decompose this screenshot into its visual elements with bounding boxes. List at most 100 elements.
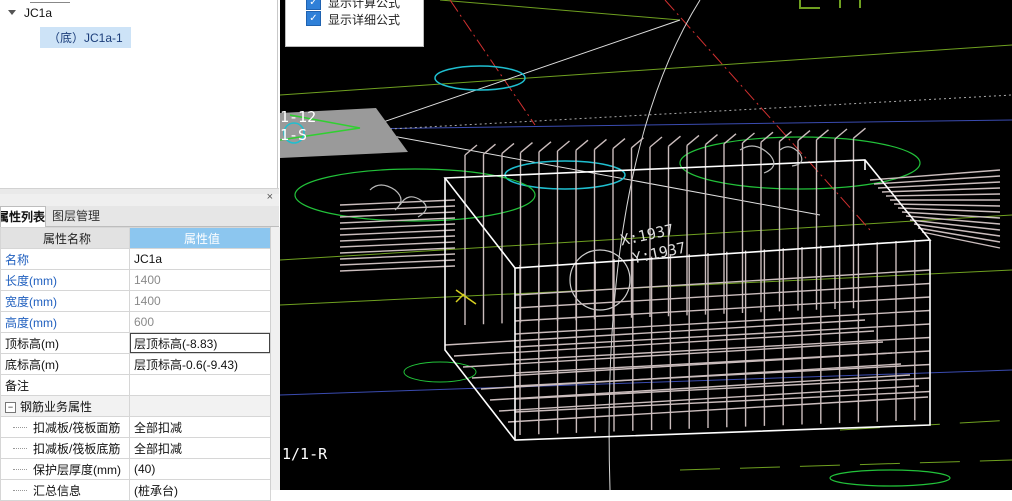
- rebar-line: [612, 138, 626, 150]
- table-row[interactable]: 高度(mm) 600: [0, 311, 271, 333]
- rebar-line: [339, 211, 456, 218]
- property-grid: 属性名称 属性值 名称 JC1a 长度(mm) 1400 宽度(mm) 1400…: [0, 227, 271, 501]
- rebar-line: [339, 253, 456, 260]
- property-name: 宽度(mm): [0, 290, 130, 312]
- table-row[interactable]: 扣减板/筏板面筋 全部扣减: [0, 416, 271, 438]
- table-row[interactable]: 保护层厚度(mm) (40): [0, 458, 271, 480]
- table-row[interactable]: 名称 JC1a: [0, 248, 271, 270]
- rebar-line: [501, 142, 515, 154]
- tree-collapse-icon[interactable]: [8, 10, 16, 15]
- rebar-line: [885, 193, 1001, 197]
- group-label: 钢筋业务属性: [20, 399, 93, 414]
- tree-partial-row: [30, 0, 70, 3]
- property-value[interactable]: (桩承台): [129, 479, 271, 501]
- rebar-line: [520, 142, 533, 154]
- property-name: 保护层厚度(mm): [0, 458, 130, 480]
- rebar-line: [557, 140, 570, 152]
- group-value: [129, 395, 271, 417]
- panel-titlebar: ×: [0, 191, 279, 206]
- collapse-icon[interactable]: −: [5, 401, 16, 413]
- rebar-line: [483, 143, 496, 155]
- rebar-line: [686, 134, 700, 146]
- rebar-line: [816, 129, 829, 141]
- checkbox-show-formula[interactable]: ✓: [306, 0, 321, 10]
- rebar-cage: [339, 127, 1001, 435]
- property-value-editing[interactable]: 层顶标高(-8.83): [129, 332, 271, 354]
- 3d-view[interactable]: [280, 0, 1012, 490]
- property-value[interactable]: JC1a: [129, 248, 271, 270]
- rebar-line: [881, 187, 1001, 193]
- header-property-value: 属性值: [129, 227, 271, 249]
- property-value[interactable]: [129, 374, 271, 396]
- rebar-line: [514, 282, 931, 309]
- property-name: 长度(mm): [0, 269, 130, 291]
- property-value: 1400: [129, 269, 271, 291]
- property-value[interactable]: 层顶标高-0.6(-9.43): [129, 353, 271, 375]
- rebar-line: [339, 241, 456, 248]
- property-value: 1400: [129, 290, 271, 312]
- property-name: 高度(mm): [0, 311, 130, 333]
- rebar-line: [339, 229, 456, 236]
- property-value[interactable]: (40): [129, 458, 271, 480]
- property-name: 顶标高(m): [0, 332, 130, 354]
- table-row[interactable]: 底标高(m) 层顶标高-0.6(-9.43): [0, 353, 271, 375]
- rebar-line: [668, 135, 681, 147]
- property-value[interactable]: 全部扣减: [129, 437, 271, 459]
- table-row[interactable]: 扣减板/筏板底筋 全部扣减: [0, 437, 271, 459]
- property-value: 600: [129, 311, 271, 333]
- tree-node-jc1a-1[interactable]: （底）JC1a-1: [40, 27, 131, 48]
- panel-tabs: 属性列表 图层管理: [0, 206, 279, 227]
- rebar-line: [514, 296, 931, 322]
- property-name: 扣减板/筏板面筋: [0, 416, 130, 438]
- group-row-rebar[interactable]: − 钢筋业务属性: [0, 395, 271, 417]
- table-row[interactable]: 顶标高(m) 层顶标高(-8.83): [0, 332, 271, 354]
- rebar-line: [705, 134, 718, 146]
- rebar-line: [834, 128, 848, 140]
- rebar-line: [575, 139, 589, 151]
- property-name: 备注: [0, 374, 130, 396]
- rebar-line: [649, 136, 663, 148]
- table-row[interactable]: 长度(mm) 1400: [0, 269, 271, 291]
- rebar-line: [339, 259, 456, 266]
- property-name: 名称: [0, 248, 130, 270]
- property-name: 汇总信息: [0, 479, 130, 501]
- header-property-name: 属性名称: [0, 227, 130, 249]
- axis-label: 1-S: [280, 126, 308, 144]
- rebar-line: [897, 207, 1001, 213]
- rebar-line: [893, 203, 1001, 207]
- checkbox-show-formula-label: 显示计算公式: [328, 0, 401, 10]
- left-panel: JC1a （底）JC1a-1 × 属性列表 图层管理 属性名称 属性值 名称 J…: [0, 0, 280, 501]
- formula-options-panel: ✓ 显示计算公式 ✓ 显示详细公式: [285, 0, 424, 47]
- property-name: 底标高(m): [0, 353, 130, 375]
- table-row[interactable]: 宽度(mm) 1400: [0, 290, 271, 312]
- group-header: − 钢筋业务属性: [0, 395, 130, 417]
- rebar-line: [594, 138, 607, 150]
- rebar-line: [514, 350, 931, 374]
- rebar-line: [869, 169, 1001, 181]
- rebar-line: [339, 223, 456, 230]
- checkbox-show-detail-formula[interactable]: ✓: [306, 11, 321, 26]
- property-grid-scrollbar[interactable]: [270, 227, 280, 490]
- axis-label: 1-12: [280, 108, 317, 126]
- drawing-canvas[interactable]: 1-12 1-S 1/1-R X:1937 Y:1937: [280, 0, 1012, 490]
- tab-layer-management[interactable]: 图层管理: [52, 206, 100, 226]
- close-icon[interactable]: ×: [267, 191, 273, 203]
- table-row[interactable]: 备注: [0, 374, 271, 396]
- rebar-line: [797, 130, 811, 142]
- rebar-line: [742, 132, 755, 144]
- rebar-line: [514, 309, 931, 335]
- rebar-line: [339, 265, 456, 272]
- axis-label: 1/1-R: [282, 445, 328, 463]
- tab-property-list[interactable]: 属性列表: [0, 206, 46, 227]
- property-name: 扣减板/筏板底筋: [0, 437, 130, 459]
- rebar-line: [339, 199, 456, 206]
- table-row[interactable]: 汇总信息 (桩承台): [0, 479, 271, 501]
- tree-node-jc1a[interactable]: JC1a: [24, 6, 52, 20]
- rebar-line: [339, 235, 456, 242]
- rebar-line: [538, 141, 552, 153]
- property-value[interactable]: 全部扣减: [129, 416, 271, 438]
- column-circles: [294, 65, 951, 487]
- rebar-line: [514, 269, 931, 296]
- component-tree: JC1a （底）JC1a-1: [0, 0, 278, 188]
- checkbox-show-detail-formula-label: 显示详细公式: [328, 13, 401, 27]
